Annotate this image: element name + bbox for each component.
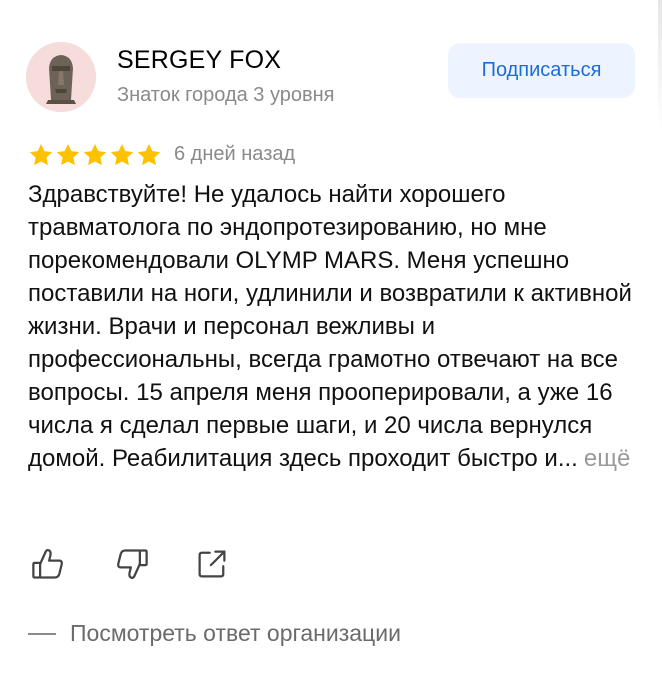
author-name[interactable]: SERGEY FOX <box>117 46 281 75</box>
star-icon <box>137 143 161 166</box>
review-date: 6 дней назад <box>174 143 296 165</box>
moai-icon <box>26 42 96 112</box>
thumbs-down-icon[interactable] <box>114 546 150 582</box>
star-icon <box>56 143 80 166</box>
subscribe-button[interactable]: Подписаться <box>448 43 635 98</box>
rating-stars <box>28 142 162 168</box>
thumbs-up-icon[interactable] <box>30 546 66 582</box>
review-text: Здравствуйте! Не удалось найти хорошего … <box>28 181 632 472</box>
reply-dash <box>28 632 56 635</box>
star-icon <box>110 143 134 166</box>
avatar[interactable] <box>26 42 96 112</box>
scroll-edge <box>658 0 662 130</box>
review-text-block: Здравствуйте! Не удалось найти хорошего … <box>28 178 638 475</box>
star-icon <box>29 143 53 166</box>
read-more-link[interactable]: ещё <box>584 445 630 472</box>
view-organization-reply[interactable]: Посмотреть ответ организации <box>28 620 401 647</box>
star-icon <box>83 143 107 166</box>
reply-link-label: Посмотреть ответ организации <box>70 620 401 646</box>
author-level: Знаток города 3 уровня <box>117 84 335 106</box>
share-icon[interactable] <box>194 546 230 582</box>
